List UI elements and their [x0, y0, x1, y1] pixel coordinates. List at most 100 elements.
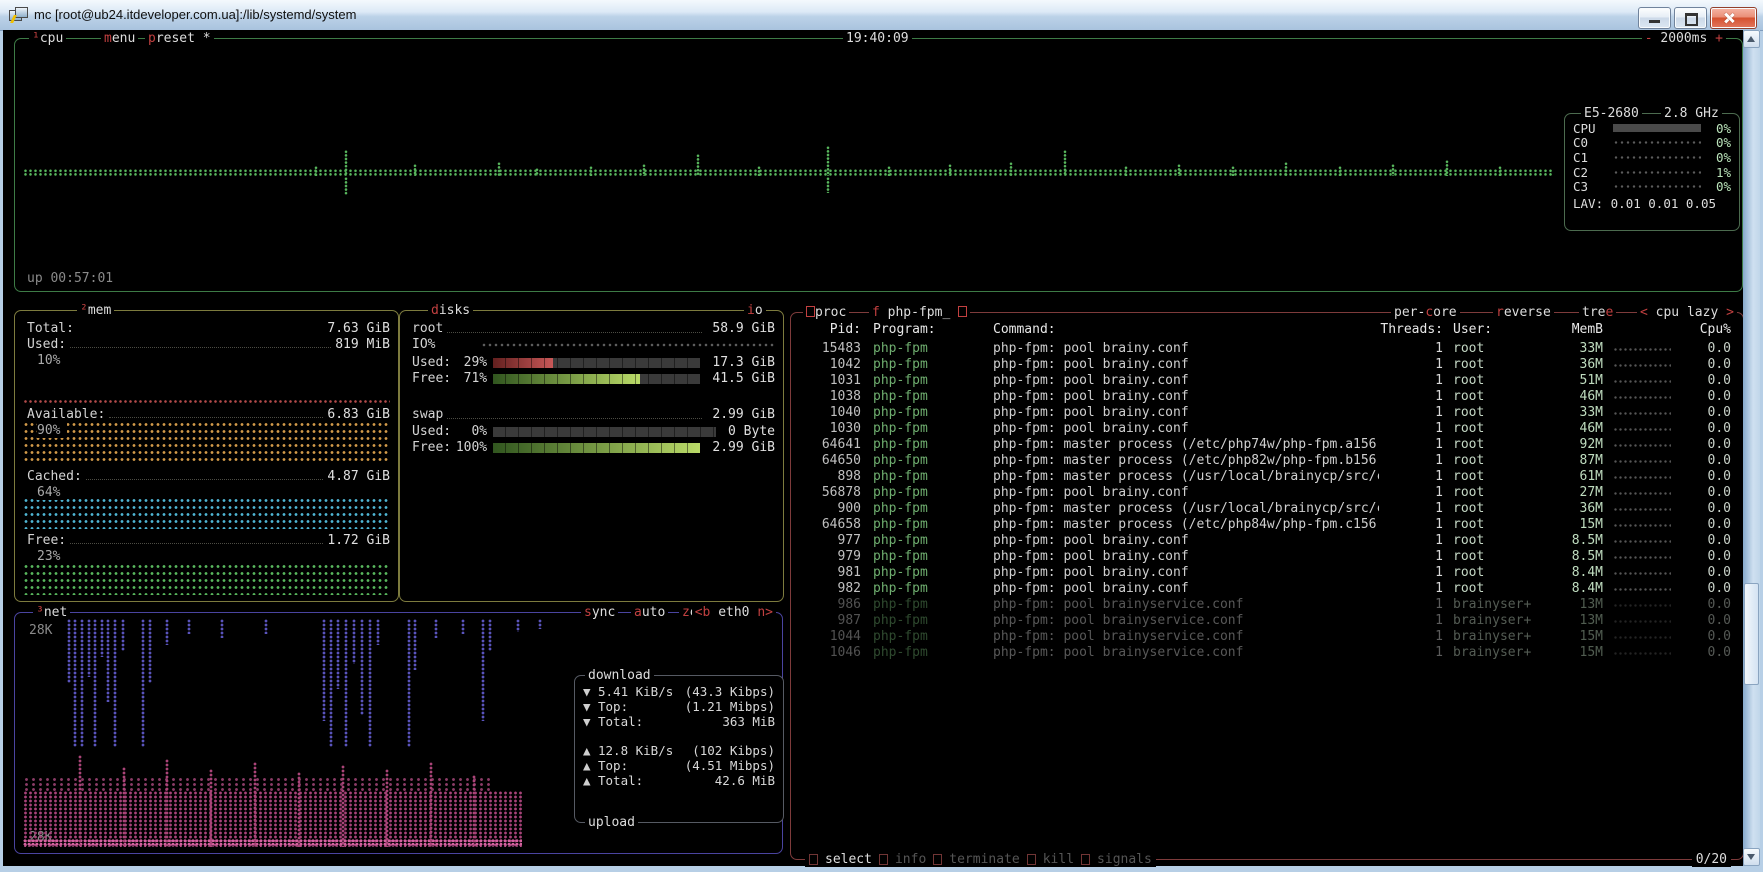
proc-table-row[interactable]: 982 php-fpm php-fpm: pool brainy.conf 1 … — [799, 580, 1735, 596]
close-button[interactable] — [1710, 7, 1757, 29]
process-cpu-minigraph — [1613, 507, 1671, 512]
maximize-button[interactable] — [1674, 7, 1707, 29]
sort-next-button[interactable]: > — [1726, 305, 1734, 320]
proc-rows: 15483 php-fpm php-fpm: pool brainy.conf … — [799, 340, 1735, 660]
filter-clear-icon[interactable] — [958, 306, 967, 317]
proc-table-row[interactable]: 981 php-fpm php-fpm: pool brainy.conf 1 … — [799, 564, 1735, 580]
load-average: LAV: 0.01 0.01 0.05 — [1573, 196, 1731, 211]
info-action[interactable]: info — [895, 852, 926, 867]
download-total-row: ▼Total:363 MiB — [583, 714, 775, 729]
proc-box: proc f php-fpm_ per-core reverse tree < … — [790, 312, 1744, 860]
preset-button[interactable]: preset * — [145, 31, 214, 46]
update-interval-control: - 2000ms + — [1642, 31, 1726, 46]
proc-table-row[interactable]: 1031 php-fpm php-fpm: pool brainy.conf 1… — [799, 372, 1735, 388]
upload-top-row: ▲Top:(4.51 Mibps) — [583, 758, 775, 773]
net-stats-box: download upload ▼5.41 KiB/s(43.3 Kibps) … — [574, 675, 784, 823]
terminate-action[interactable]: terminate — [949, 852, 1019, 867]
filter-cursor: _ — [942, 305, 950, 320]
proc-table-row[interactable]: 1030 php-fpm php-fpm: pool brainy.conf 1… — [799, 420, 1735, 436]
disk-swap-free-bar — [493, 443, 700, 453]
signals-action[interactable]: signals — [1097, 852, 1152, 867]
download-title: download — [585, 668, 654, 683]
per-core-toggle[interactable]: per-core — [1391, 305, 1460, 320]
scroll-down-button[interactable] — [1743, 848, 1760, 866]
proc-filter-input[interactable]: f php-fpm_ — [869, 305, 970, 320]
cpu-usage-graph — [23, 117, 1552, 229]
select-action[interactable]: select — [825, 852, 872, 867]
process-cpu-minigraph — [1613, 539, 1671, 544]
disk-root-io-row: IO% — [412, 337, 775, 352]
proc-footer-menu: select info terminate kill signals — [805, 852, 1156, 867]
mem-cached-row: Cached:4.87 GiB — [27, 469, 390, 484]
interval-value: 2000ms — [1660, 31, 1707, 46]
proc-table-row[interactable]: 1040 php-fpm php-fpm: pool brainy.conf 1… — [799, 404, 1735, 420]
cpu-frequency: 2.8 GHz — [1661, 106, 1722, 121]
process-cpu-minigraph — [1613, 571, 1671, 576]
proc-box-title[interactable]: proc — [803, 305, 849, 320]
proc-table-row[interactable]: 1042 php-fpm php-fpm: pool brainy.conf 1… — [799, 356, 1735, 372]
proc-table-row[interactable]: 1038 php-fpm php-fpm: pool brainy.conf 1… — [799, 388, 1735, 404]
superscript-glyph — [806, 306, 815, 317]
proc-table-row[interactable]: 56878 php-fpm php-fpm: pool brainy.conf … — [799, 484, 1735, 500]
proc-table-row[interactable]: 986 php-fpm php-fpm: pool brainyservice.… — [799, 596, 1735, 612]
proc-table-row[interactable]: 1044 php-fpm php-fpm: pool brainyservice… — [799, 628, 1735, 644]
process-cpu-minigraph — [1613, 395, 1671, 400]
net-box-title[interactable]: ³net — [33, 605, 70, 620]
net-auto-button[interactable]: auto — [631, 605, 668, 620]
minimize-button[interactable] — [1638, 7, 1671, 29]
kill-action[interactable]: kill — [1043, 852, 1074, 867]
proc-table-row[interactable]: 64650 php-fpm php-fpm: master process (/… — [799, 452, 1735, 468]
process-cpu-minigraph — [1613, 603, 1671, 608]
proc-table-row[interactable]: 987 php-fpm php-fpm: pool brainyservice.… — [799, 612, 1735, 628]
disk-swap-used-row: Used:0% 0 Byte — [412, 424, 775, 439]
mem-available-graph — [23, 421, 390, 465]
cpu-model: E5-2680 — [1581, 106, 1642, 121]
interval-decrease-button[interactable]: - — [1645, 31, 1653, 46]
proc-table-row[interactable]: 979 php-fpm php-fpm: pool brainy.conf 1 … — [799, 548, 1735, 564]
cpu-core-row: C30% — [1573, 179, 1731, 194]
sort-prev-button[interactable]: < — [1640, 305, 1648, 320]
proc-table-row[interactable]: 15483 php-fpm php-fpm: pool brainy.conf … — [799, 340, 1735, 356]
proc-table-row[interactable]: 900 php-fpm php-fpm: master process (/us… — [799, 500, 1735, 516]
disk-root-used-row: Used:29% 17.3 GiB — [412, 355, 775, 370]
proc-table-row[interactable]: 64641 php-fpm php-fpm: master process (/… — [799, 436, 1735, 452]
net-sync-button[interactable]: sync — [581, 605, 618, 620]
process-cpu-minigraph — [1613, 427, 1671, 432]
disk-root-row: root58.9 GiB — [412, 321, 775, 336]
disks-io-toggle[interactable]: io — [744, 303, 766, 318]
mem-box-title[interactable]: ²mem — [77, 303, 114, 318]
cpu-info-box: E5-2680 2.8 GHz CPU0% C00% C10% C21% — [1564, 113, 1740, 231]
down-arrow-icon: ▼ — [583, 699, 598, 714]
download-speed-row: ▼5.41 KiB/s(43.3 Kibps) — [583, 684, 775, 699]
cpu-core-row: C21% — [1573, 165, 1731, 180]
proc-table-row[interactable]: 1046 php-fpm php-fpm: pool brainyservice… — [799, 644, 1735, 660]
disk-swap-used-bar — [493, 427, 716, 437]
process-cpu-minigraph — [1613, 459, 1671, 464]
net-prev-device-button[interactable]: <b — [695, 605, 711, 620]
proc-table-row[interactable]: 898 php-fpm php-fpm: master process (/us… — [799, 468, 1735, 484]
process-cpu-minigraph — [1613, 411, 1671, 416]
disk-swap-free-row: Free:100% 2.99 GiB — [412, 440, 775, 455]
cpu-box-title[interactable]: ¹cpu — [29, 31, 66, 46]
scrollbar-thumb[interactable] — [1744, 583, 1759, 685]
proc-table-row[interactable]: 64658 php-fpm php-fpm: master process (/… — [799, 516, 1735, 532]
process-cpu-minigraph — [1613, 379, 1671, 384]
cpu-core-row: C10% — [1573, 150, 1731, 165]
tree-toggle[interactable]: tree — [1579, 305, 1616, 320]
mem-available-row: Available:6.83 GiB — [27, 407, 390, 422]
mem-free-percent: 23% — [37, 549, 67, 564]
cpu-total-bar — [1613, 124, 1701, 132]
proc-table-row[interactable]: 977 php-fpm php-fpm: pool brainy.conf 1 … — [799, 532, 1735, 548]
core0-graph — [1613, 140, 1701, 145]
window-scrollbar[interactable] — [1743, 30, 1760, 866]
net-upload-graph — [23, 741, 571, 847]
menu-button[interactable]: menu — [101, 31, 138, 46]
scroll-up-button[interactable] — [1743, 30, 1760, 48]
interval-increase-button[interactable]: + — [1715, 31, 1723, 46]
net-next-device-button[interactable]: n> — [757, 605, 773, 620]
putty-app-icon — [9, 6, 27, 24]
disks-box-title: disks — [428, 303, 473, 318]
reverse-toggle[interactable]: reverse — [1493, 305, 1554, 320]
mem-used-row: Used:819 MiB — [27, 337, 390, 352]
mem-box: ²mem Total:7.63 GiB Used:819 MiB 10% Ava… — [14, 310, 399, 602]
